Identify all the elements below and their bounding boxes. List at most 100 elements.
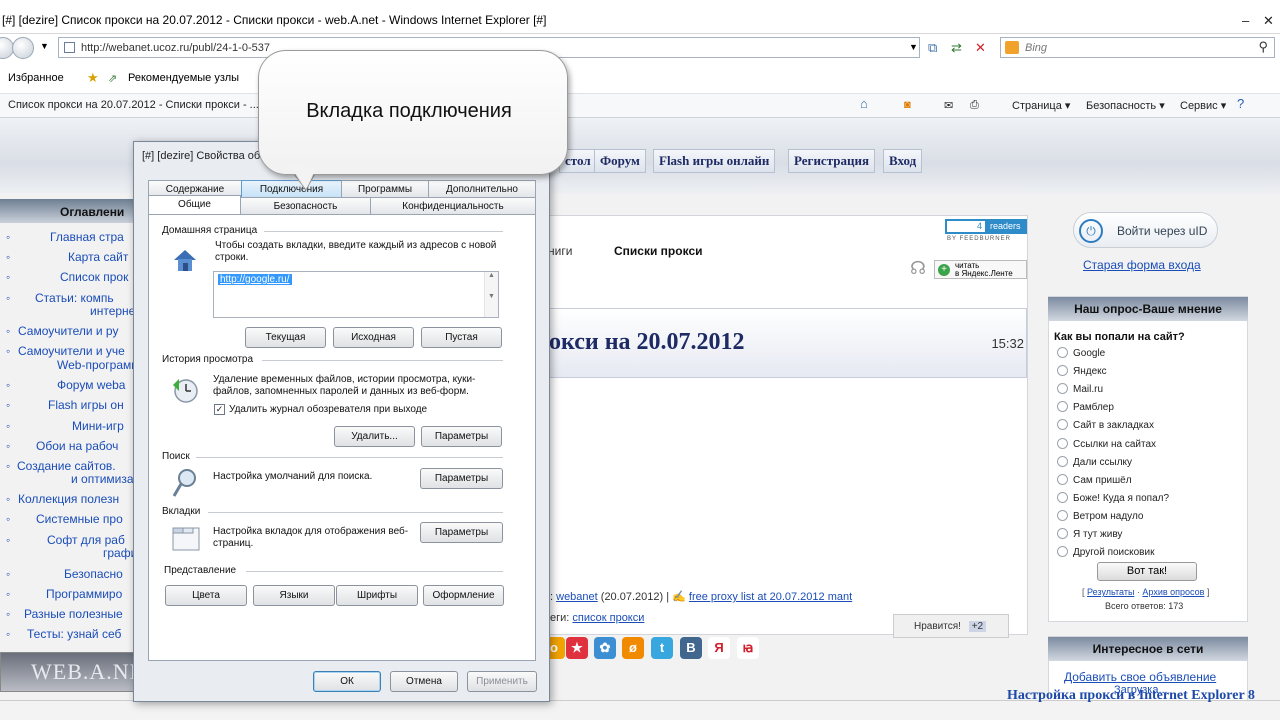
left-nav-item[interactable]: Безопасно <box>64 567 123 581</box>
tab-general[interactable]: Общие <box>148 195 241 214</box>
yandex-feed-button[interactable]: + читать в Яндекс.Ленте <box>934 260 1027 279</box>
share-vk-icon[interactable]: B <box>680 637 702 659</box>
add-ad-link[interactable]: Добавить свое объявление <box>1064 670 1216 684</box>
left-nav-item[interactable]: и оптимизац <box>71 472 140 486</box>
tools-menu[interactable]: Сервис ▾ <box>1180 99 1226 112</box>
nav-forum[interactable]: Форум <box>594 149 646 173</box>
forward-button[interactable] <box>12 37 34 59</box>
use-current-button[interactable]: Текущая <box>245 327 326 348</box>
security-menu[interactable]: Безопасность ▾ <box>1086 99 1165 112</box>
author-link[interactable]: webanet <box>556 591 598 603</box>
recommended-sites-link[interactable]: Рекомендуемые узлы <box>128 72 239 84</box>
address-dropdown-icon[interactable]: ▼ <box>909 42 918 52</box>
delete-on-exit-checkbox[interactable]: ✓ <box>214 404 225 415</box>
history-settings-button[interactable]: Параметры <box>421 426 502 447</box>
delete-history-button[interactable]: Удалить... <box>334 426 415 447</box>
mail-icon[interactable]: ✉ <box>944 99 953 112</box>
nav-flash-games[interactable]: Flash игры онлайн <box>653 149 776 173</box>
share-ya-ru-icon[interactable]: ꙗ <box>737 637 759 659</box>
textarea-scrollbar[interactable]: ▲ ▼ <box>484 272 498 317</box>
poll-option[interactable]: Боже! Куда я попал? <box>1057 491 1169 504</box>
radio-icon[interactable] <box>1057 365 1068 377</box>
left-nav-item[interactable]: Карта сайт <box>68 250 128 264</box>
radio-icon[interactable] <box>1057 437 1068 449</box>
share-twitter-icon[interactable]: t <box>651 637 673 659</box>
poll-option[interactable]: Дали ссылку <box>1057 455 1132 468</box>
poll-option[interactable]: Я тут живу <box>1057 528 1122 540</box>
accessibility-button[interactable]: Оформление <box>423 585 504 606</box>
languages-button[interactable]: Языки <box>253 585 335 606</box>
apply-button[interactable]: Применить <box>467 671 537 692</box>
rss-icon[interactable]: ☊ <box>910 258 926 279</box>
poll-option[interactable]: Яндекс <box>1057 365 1107 377</box>
left-nav-item[interactable]: Web-программ <box>57 358 140 372</box>
poll-archive-link[interactable]: Архив опросов <box>1142 587 1204 597</box>
tabs-settings-button[interactable]: Параметры <box>420 522 503 543</box>
left-nav-item[interactable]: Статьи: компь <box>35 291 114 305</box>
tag-link[interactable]: список прокси <box>572 612 644 624</box>
left-nav-item[interactable]: Самоучители и уче <box>18 344 125 358</box>
left-nav-item[interactable]: Тесты: узнай себ <box>27 627 121 641</box>
left-nav-item[interactable]: Мини-игр <box>72 419 124 433</box>
share-ok-icon[interactable]: ø <box>622 637 644 659</box>
poll-option[interactable]: Другой поисковик <box>1057 546 1154 558</box>
left-nav-item[interactable]: Форум webа <box>57 378 125 392</box>
browser-tab[interactable]: Список прокси на 20.07.2012 - Списки про… <box>8 99 259 111</box>
share-yandex-icon[interactable]: Я <box>708 637 730 659</box>
old-login-link[interactable]: Старая форма входа <box>1083 258 1201 272</box>
share-settings-icon[interactable]: ✿ <box>594 637 616 659</box>
feedburner-badge[interactable]: 4 readers <box>945 219 1027 234</box>
left-nav-item[interactable]: Обои на рабоч <box>36 439 118 453</box>
compat-view-icon[interactable]: ⧉ <box>928 40 937 56</box>
poll-option[interactable]: Mail.ru <box>1057 383 1103 395</box>
favorites-button[interactable]: Избранное <box>8 72 64 84</box>
help-icon[interactable]: ? <box>1237 96 1244 111</box>
add-favorite-icon[interactable]: ★ <box>87 70 99 86</box>
left-nav-item[interactable]: Коллекция полезн <box>18 492 119 506</box>
crumb-books[interactable]: ниги <box>548 244 572 258</box>
fonts-button[interactable]: Шрифты <box>336 585 418 606</box>
use-default-button[interactable]: Исходная <box>333 327 414 348</box>
feeds-icon[interactable]: ◙ <box>904 99 911 111</box>
poll-option[interactable]: Сайт в закладках <box>1057 419 1154 431</box>
left-nav-item[interactable]: Самоучители и ру <box>18 324 118 338</box>
home-icon[interactable]: ⌂ <box>860 96 868 111</box>
left-nav-item[interactable]: Софт для раб <box>47 533 125 547</box>
stop-icon[interactable]: ✕ <box>975 40 986 56</box>
poll-option[interactable]: Сам пришёл <box>1057 473 1132 486</box>
radio-icon[interactable] <box>1057 455 1068 467</box>
share-favorites-icon[interactable]: ★ <box>566 637 588 659</box>
cancel-button[interactable]: Отмена <box>390 671 458 692</box>
minimize-icon[interactable]: – <box>1242 13 1249 28</box>
print-icon[interactable]: ⎙ <box>970 99 979 112</box>
left-nav-item[interactable]: Разные полезные <box>24 607 123 621</box>
colors-button[interactable]: Цвета <box>165 585 247 606</box>
history-dropdown-icon[interactable]: ▼ <box>40 41 49 51</box>
search-box[interactable]: Bing ⚲ <box>1000 37 1275 58</box>
left-nav-item[interactable]: Главная стра <box>50 230 124 244</box>
use-blank-button[interactable]: Пустая <box>421 327 502 348</box>
uid-login-button[interactable]: ⏻ Войти через uID <box>1073 212 1218 248</box>
radio-icon[interactable] <box>1057 383 1068 395</box>
poll-option[interactable]: Google <box>1057 347 1105 359</box>
radio-icon[interactable] <box>1057 473 1068 485</box>
poll-option[interactable]: Рамблер <box>1057 401 1114 413</box>
nav-register[interactable]: Регистрация <box>788 149 875 173</box>
left-nav-item[interactable]: Список прок <box>60 270 128 284</box>
search-icon[interactable]: ⚲ <box>1258 39 1268 55</box>
page-menu[interactable]: Страница ▾ <box>1012 99 1070 112</box>
radio-icon[interactable] <box>1057 419 1068 431</box>
home-page-textarea[interactable]: http://google.ru/ ▲ ▼ <box>213 271 499 318</box>
source-link[interactable]: free proxy list at 20.07.2012 mant <box>689 591 852 603</box>
radio-icon[interactable] <box>1057 401 1068 413</box>
left-nav-item[interactable]: Системные про <box>36 512 123 526</box>
close-icon[interactable]: ✕ <box>1263 13 1274 29</box>
crumb-proxy-lists[interactable]: Списки прокси <box>614 244 703 258</box>
like-button[interactable]: Нравится! +2 <box>893 614 1009 638</box>
poll-results-link[interactable]: Результаты <box>1087 587 1134 597</box>
left-nav-item[interactable]: Flash игры он <box>48 398 124 412</box>
nav-login[interactable]: Вход <box>883 149 923 173</box>
poll-option[interactable]: Ветром надуло <box>1057 509 1143 522</box>
refresh-icon[interactable]: ⇄ <box>951 40 962 56</box>
left-nav-item[interactable]: Программиро <box>46 587 122 601</box>
